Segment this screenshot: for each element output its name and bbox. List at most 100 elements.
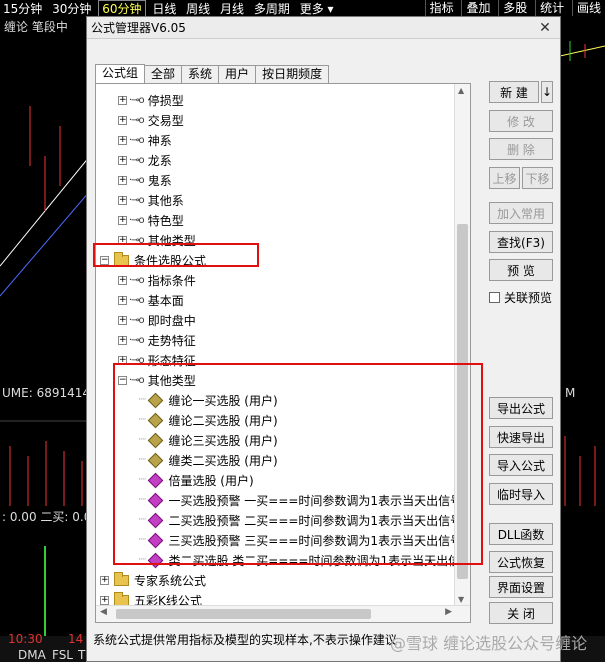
tree-item-label: 停损型 [147, 93, 184, 108]
tree-item[interactable]: + ·⊸o 走势特征 [118, 330, 196, 350]
export-formula-button[interactable]: 导出公式 [489, 397, 553, 419]
scroll-right-icon[interactable]: ▶ [445, 607, 452, 617]
tree-item[interactable]: + ·⊸o 即时盘中 [118, 310, 196, 330]
expand-icon[interactable]: + [100, 575, 109, 585]
tree-item[interactable]: + ·⊸o 停损型 [118, 90, 184, 110]
tab-draw-line[interactable]: 画线 [571, 0, 605, 16]
expand-icon[interactable]: + [118, 175, 127, 185]
key-icon: ·⊸o [129, 194, 145, 206]
highlight-box-condition-formula [93, 243, 259, 267]
new-button[interactable]: 新 建 [489, 81, 539, 103]
import-formula-button[interactable]: 导入公式 [489, 454, 553, 476]
tab-by-date-frequency[interactable]: 按日期频度 [255, 65, 330, 83]
bottom-tab-dma[interactable]: DMA [18, 648, 46, 662]
tab-system[interactable]: 系统 [181, 65, 220, 83]
key-icon: ·⊸o [129, 114, 145, 126]
tab-15min[interactable]: 15分钟 [0, 1, 45, 17]
tree-item[interactable]: + ·⊸o 交易型 [118, 110, 184, 130]
linked-preview-checkbox[interactable]: 关联预览 [489, 289, 552, 306]
tab-30min[interactable]: 30分钟 [49, 1, 94, 17]
expand-icon[interactable]: + [118, 275, 127, 285]
formula-restore-button[interactable]: 公式恢复 [489, 551, 553, 573]
scroll-down-icon[interactable]: ▼ [458, 595, 464, 604]
expand-icon[interactable]: + [118, 155, 127, 165]
add-common-button[interactable]: 加入常用 [489, 202, 553, 224]
expand-icon[interactable]: + [118, 295, 127, 305]
tree-item[interactable]: + ·⊸o 指标条件 [118, 270, 196, 290]
tree-item[interactable]: + ·⊸o 龙系 [118, 150, 172, 170]
key-icon: ·⊸o [129, 334, 145, 346]
tab-more[interactable]: 更多 ▾ [297, 1, 337, 17]
volume-m-label: M [565, 386, 576, 400]
scroll-up-icon[interactable]: ▲ [458, 86, 464, 95]
tree-item-label: 龙系 [147, 153, 172, 168]
tab-multi-period[interactable]: 多周期 [251, 1, 293, 17]
tab-month[interactable]: 月线 [217, 1, 247, 17]
tree-item[interactable]: + ·⊸o 神系 [118, 130, 172, 150]
tree-item[interactable]: + 专家系统公式 [100, 570, 206, 590]
expand-icon[interactable]: + [118, 335, 127, 345]
tree-item-label: 交易型 [147, 113, 184, 128]
time-label-2: 14 [68, 632, 84, 646]
expand-icon[interactable]: + [118, 95, 127, 105]
bottom-tab-t[interactable]: T [78, 648, 85, 662]
tree-item[interactable]: + ·⊸o 其他系 [118, 190, 184, 210]
tree-item-label: 专家系统公式 [134, 573, 207, 588]
preview-button[interactable]: 预 览 [489, 259, 553, 281]
new-dropdown-icon[interactable]: ↓ [541, 81, 553, 103]
close-icon[interactable]: ✕ [534, 19, 556, 37]
tab-week[interactable]: 周线 [183, 1, 213, 17]
tab-statistics[interactable]: 统计 [535, 0, 568, 16]
expand-icon[interactable]: + [118, 315, 127, 325]
modify-button[interactable]: 修 改 [489, 110, 553, 132]
key-icon: ·⊸o [129, 294, 145, 306]
tree-item-label: 即时盘中 [147, 313, 196, 328]
tree-item-label: 鬼系 [147, 173, 172, 188]
temp-import-button[interactable]: 临时导入 [489, 483, 553, 505]
bottom-tab-fsl[interactable]: FSL [52, 648, 73, 662]
dialog-titlebar[interactable]: 公式管理器V6.05 ✕ [87, 17, 560, 39]
key-icon: ·⊸o [129, 214, 145, 226]
folder-icon [114, 571, 129, 586]
tree-horizontal-scrollbar[interactable]: ◀ ▶ [96, 605, 470, 622]
tab-multi-stock[interactable]: 多股 [498, 0, 531, 16]
volume-label: UME: 6891414 [2, 386, 91, 400]
tab-user[interactable]: 用户 [218, 65, 257, 83]
highlight-box-other-types [113, 363, 483, 565]
chart-left-area [0, 106, 90, 636]
tree-item[interactable]: + ·⊸o 特色型 [118, 210, 184, 230]
tab-all[interactable]: 全部 [144, 65, 183, 83]
tab-overlay[interactable]: 叠加 [461, 0, 494, 16]
quick-export-button[interactable]: 快速导出 [489, 426, 553, 448]
dll-function-button[interactable]: DLL函数 [489, 523, 553, 545]
expand-icon[interactable]: + [118, 215, 127, 225]
tab-formula-group[interactable]: 公式组 [95, 64, 146, 83]
key-icon: ·⊸o [129, 134, 145, 146]
tree-item-label: 神系 [147, 133, 172, 148]
folder-icon [114, 591, 129, 606]
expand-icon[interactable]: + [118, 195, 127, 205]
scroll-left-icon[interactable]: ◀ [100, 607, 107, 617]
tree-item[interactable]: + ·⊸o 基本面 [118, 290, 184, 310]
tab-day[interactable]: 日线 [149, 1, 179, 17]
expand-icon[interactable]: + [100, 595, 109, 605]
expand-icon[interactable]: + [118, 135, 127, 145]
find-button[interactable]: 查找(F3) [489, 231, 553, 253]
expand-icon[interactable]: + [118, 115, 127, 125]
key-icon: ·⊸o [129, 314, 145, 326]
linked-preview-label: 关联预览 [504, 291, 553, 305]
tree-item[interactable]: + ·⊸o 鬼系 [118, 170, 172, 190]
delete-button[interactable]: 删 除 [489, 138, 553, 160]
watermark: @雪球 缠论选股公众号缠论 [390, 634, 588, 653]
chart-right-area [560, 41, 605, 506]
tree-item-label: 基本面 [147, 293, 184, 308]
hscroll-thumb[interactable] [116, 609, 371, 619]
key-icon: ·⊸o [129, 274, 145, 286]
ui-settings-button[interactable]: 界面设置 [489, 576, 553, 598]
close-button[interactable]: 关 闭 [489, 602, 553, 624]
tree-item-label: 走势特征 [147, 333, 196, 348]
move-up-button[interactable]: 上移 [489, 167, 520, 189]
checkbox-box[interactable] [489, 292, 500, 303]
move-down-button[interactable]: 下移 [522, 167, 553, 189]
tab-indicator[interactable]: 指标 [424, 0, 458, 16]
